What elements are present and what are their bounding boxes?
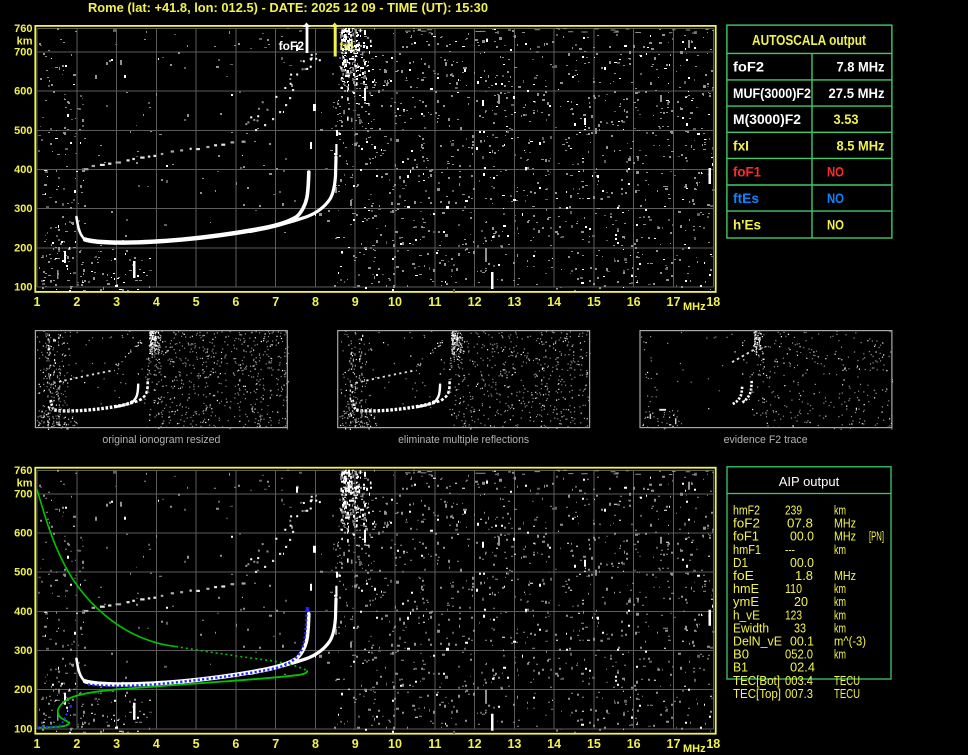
svg-text:B0: B0 <box>733 648 749 662</box>
svg-text:m^(-3): m^(-3) <box>834 635 866 649</box>
svg-text:007.3: 007.3 <box>785 687 813 701</box>
svg-text:km: km <box>834 595 846 609</box>
svg-text:D1: D1 <box>733 556 748 570</box>
svg-text:7.8 MHz: 7.8 MHz <box>837 59 885 75</box>
svg-text:km: km <box>834 504 846 518</box>
svg-text:hmF2: hmF2 <box>733 504 760 518</box>
svg-text:02.4: 02.4 <box>790 661 815 675</box>
svg-text:foF2: foF2 <box>733 517 760 531</box>
svg-text:evidence F2 trace: evidence F2 trace <box>724 434 808 446</box>
svg-text:00.0: 00.0 <box>790 530 814 544</box>
svg-text:B1: B1 <box>733 661 748 675</box>
svg-text:fxI: fxI <box>733 137 749 153</box>
svg-text:foF1: foF1 <box>733 530 759 544</box>
svg-text:TEC[Top]: TEC[Top] <box>733 687 781 701</box>
svg-text:[PN]: [PN] <box>869 530 884 544</box>
svg-text:foF2: foF2 <box>279 39 305 53</box>
svg-text:8.5 MHz: 8.5 MHz <box>837 137 885 153</box>
svg-text:---: --- <box>785 543 795 557</box>
svg-text:27.5 MHz: 27.5 MHz <box>829 85 885 101</box>
svg-text:00.1: 00.1 <box>790 635 814 649</box>
svg-text:DelN_vE: DelN_vE <box>733 635 782 649</box>
svg-text:239: 239 <box>785 504 802 518</box>
svg-text:MHz: MHz <box>834 530 856 544</box>
svg-text:h'Es: h'Es <box>733 217 761 233</box>
svg-text:M(3000)F2: M(3000)F2 <box>733 111 801 127</box>
svg-text:AIP output: AIP output <box>779 474 840 489</box>
svg-text:NO: NO <box>827 190 844 206</box>
svg-text:33: 33 <box>794 621 806 635</box>
svg-text:km: km <box>834 543 846 557</box>
svg-text:hmE: hmE <box>733 582 759 596</box>
svg-text:km: km <box>834 608 846 622</box>
svg-text:foE: foE <box>733 569 754 583</box>
svg-text:1.8: 1.8 <box>795 569 813 583</box>
svg-text:00.0: 00.0 <box>790 556 814 570</box>
svg-text:110: 110 <box>785 582 802 596</box>
svg-text:km: km <box>834 582 846 596</box>
svg-text:hmF1: hmF1 <box>733 543 761 557</box>
svg-text:3.53: 3.53 <box>834 111 859 127</box>
svg-text:MHz: MHz <box>834 569 856 583</box>
svg-text:foF2: foF2 <box>733 59 764 75</box>
svg-text:km: km <box>834 648 846 662</box>
svg-text:123: 123 <box>785 608 802 622</box>
svg-text:original ionogram resized: original ionogram resized <box>102 434 220 446</box>
svg-text:ymE: ymE <box>733 595 759 609</box>
svg-text:MHz: MHz <box>834 517 856 531</box>
svg-text:eliminate multiple reflections: eliminate multiple reflections <box>398 434 529 446</box>
svg-text:TEC[Bot]: TEC[Bot] <box>733 674 780 688</box>
svg-text:07.8: 07.8 <box>787 517 813 531</box>
svg-text:TECU: TECU <box>834 674 860 688</box>
svg-text:AUTOSCALA output: AUTOSCALA output <box>752 33 866 49</box>
svg-text:052.0: 052.0 <box>785 648 813 662</box>
svg-text:km: km <box>834 621 846 635</box>
svg-text:MUF(3000)F2: MUF(3000)F2 <box>733 85 811 101</box>
svg-text:foF1: foF1 <box>733 164 761 180</box>
svg-text:h_vE: h_vE <box>733 608 760 622</box>
svg-text:NO: NO <box>827 164 844 180</box>
svg-text:TECU: TECU <box>834 687 860 701</box>
svg-text:Rome (lat: +41.8, lon: 012.5): Rome (lat: +41.8, lon: 012.5) - DATE: 20… <box>88 0 488 15</box>
svg-text:Ewidth: Ewidth <box>733 621 769 635</box>
svg-text:003.4: 003.4 <box>785 674 813 688</box>
svg-text:ftEs: ftEs <box>733 190 759 206</box>
svg-text:fxI: fxI <box>340 39 354 53</box>
svg-text:20: 20 <box>794 595 808 609</box>
svg-text:NO: NO <box>827 217 844 233</box>
